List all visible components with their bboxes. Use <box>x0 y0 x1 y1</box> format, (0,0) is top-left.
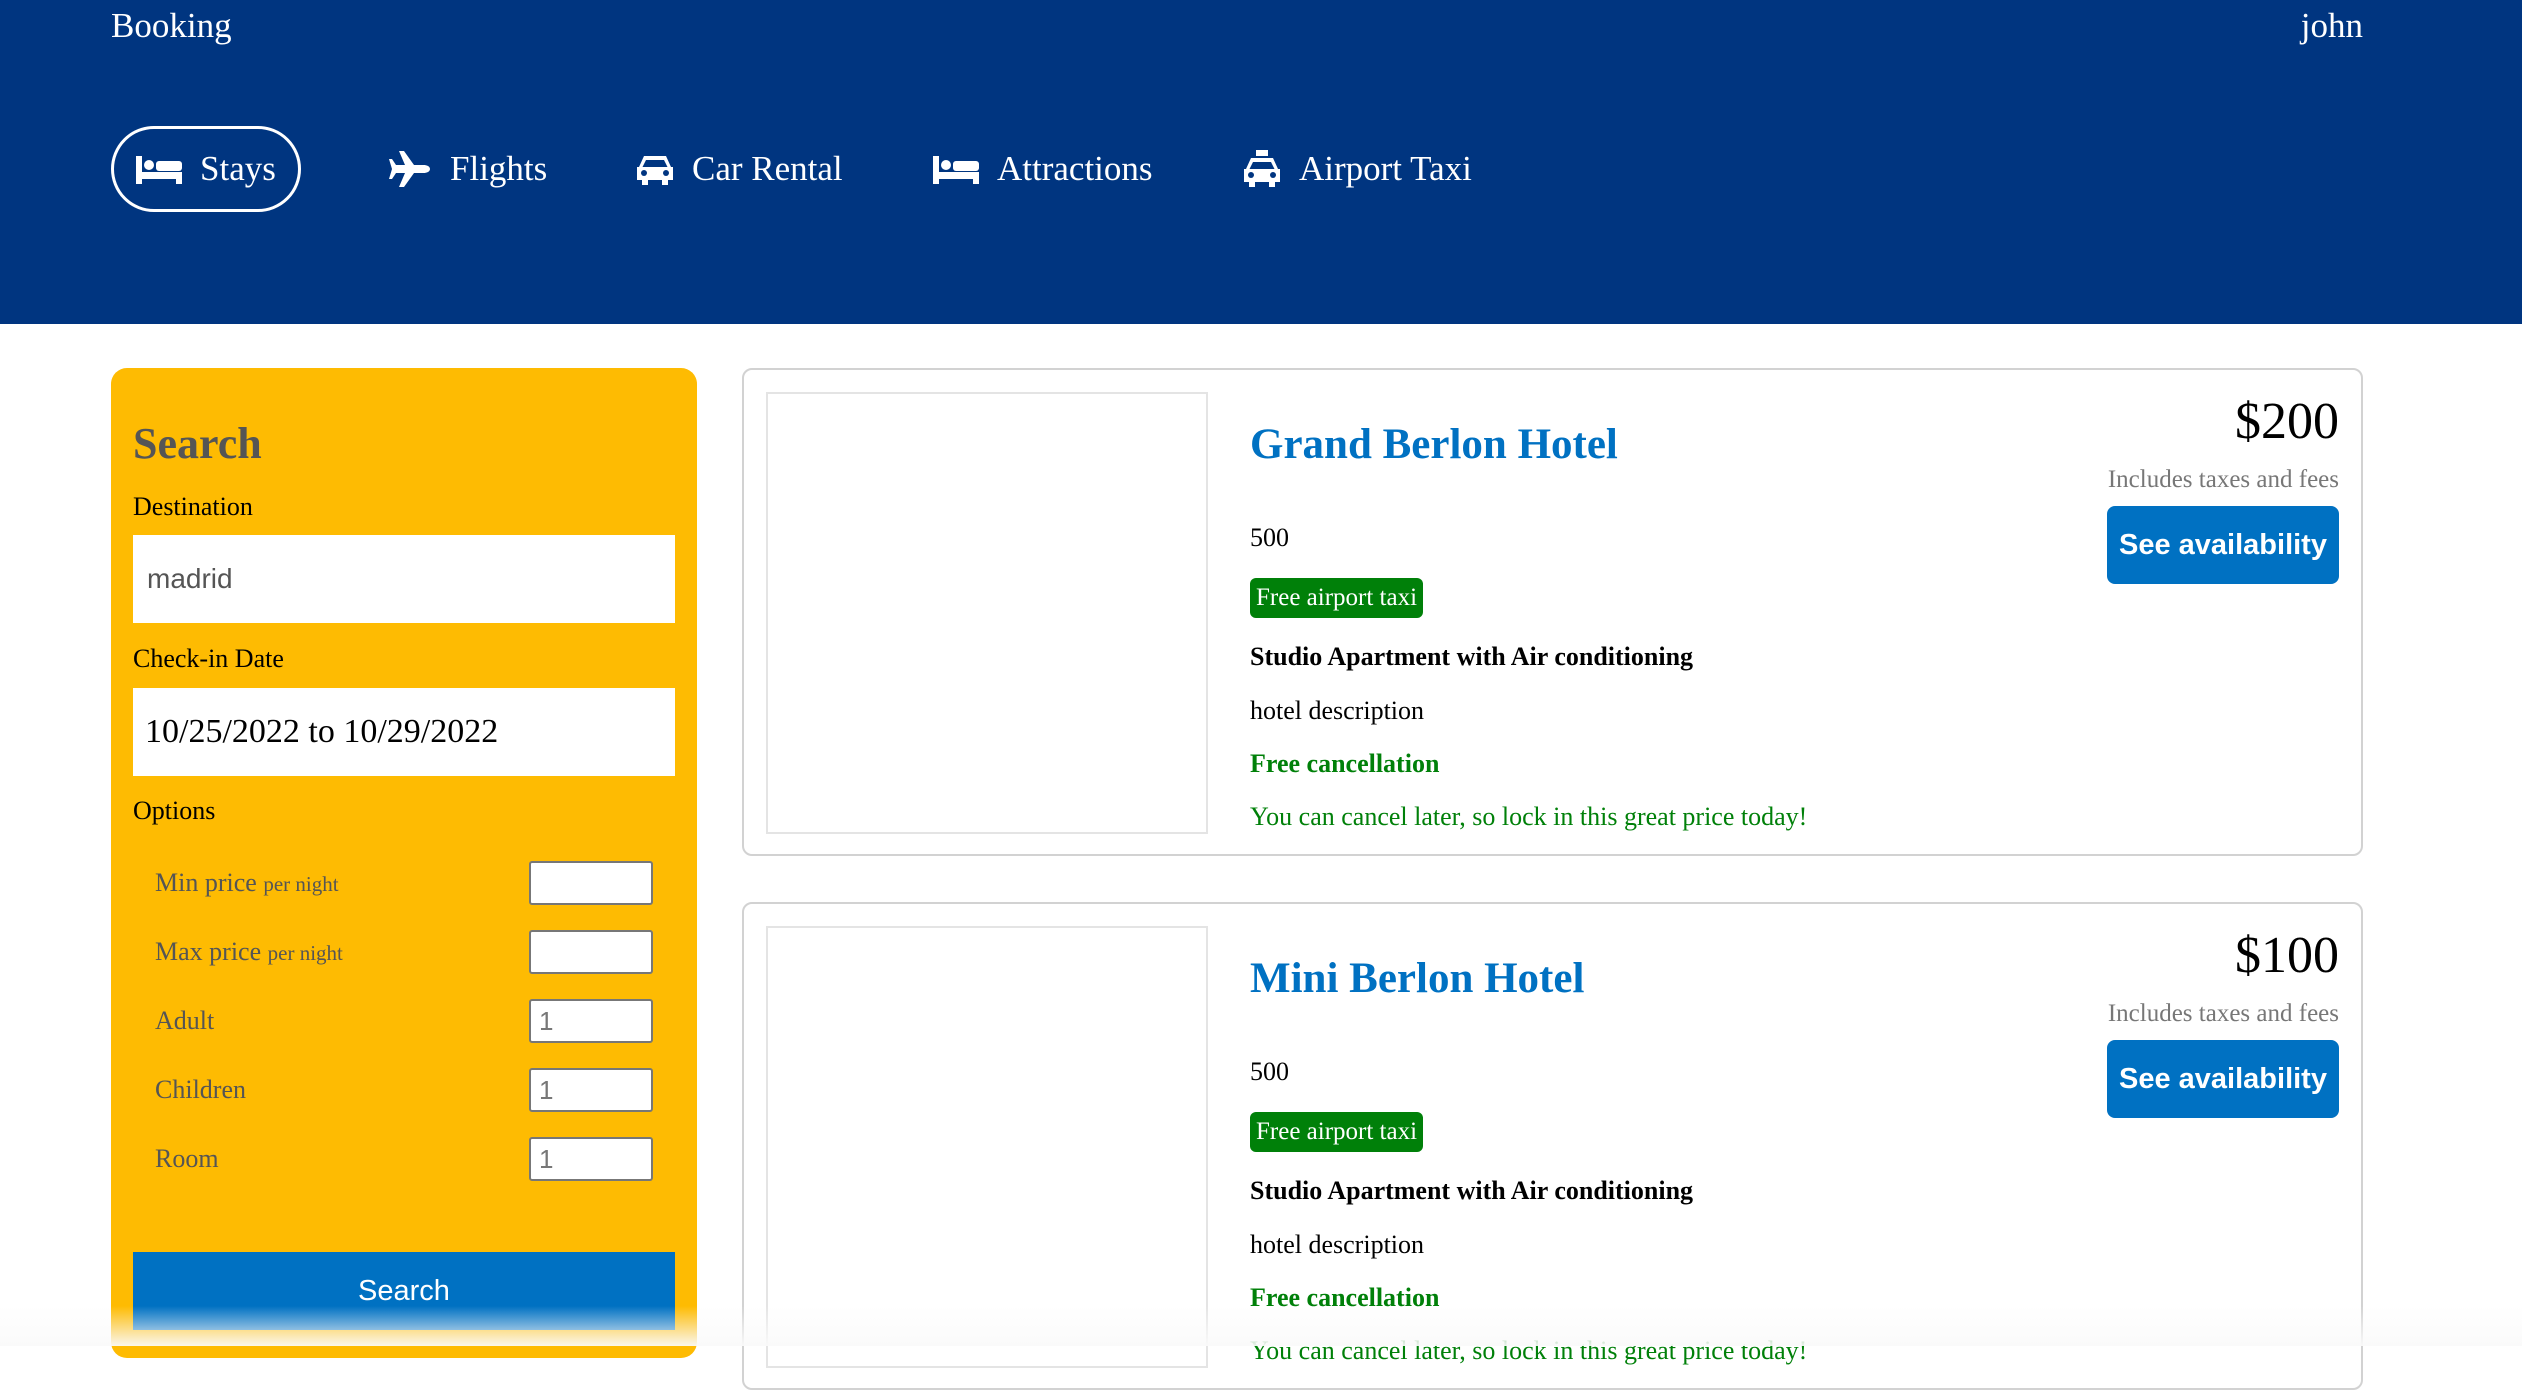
see-availability-button[interactable]: See availability <box>2107 1040 2339 1118</box>
search-panel: Search Destination Check-in Date 10/25/2… <box>111 368 697 1358</box>
free-cancellation-subtitle: You can cancel later, so lock in this gr… <box>1250 802 1808 831</box>
destination-input[interactable] <box>145 534 675 624</box>
checkin-label: Check-in Date <box>133 644 284 673</box>
bed-icon <box>933 156 979 184</box>
nav-label: Stays <box>200 149 276 188</box>
nav-label: Airport Taxi <box>1299 149 1472 188</box>
hotel-image[interactable] <box>766 392 1208 834</box>
free-cancellation-title: Free cancellation <box>1250 1283 1440 1312</box>
see-availability-button[interactable]: See availability <box>2107 506 2339 584</box>
taxes-note: Includes taxes and fees <box>2107 1000 2339 1027</box>
room-input[interactable] <box>529 1137 653 1181</box>
free-taxi-badge: Free airport taxi <box>1250 1112 1424 1152</box>
nav-stays[interactable]: Stays <box>111 126 301 212</box>
hotel-price: $100 <box>2235 927 2339 984</box>
user-name[interactable]: john <box>2301 6 2363 46</box>
option-label: Adult <box>155 1006 215 1035</box>
children-input[interactable] <box>529 1068 653 1112</box>
option-max-price: Max price per night <box>155 929 653 975</box>
nav-label: Flights <box>450 149 548 188</box>
option-adult: Adult <box>155 998 653 1044</box>
search-title: Search <box>133 419 262 468</box>
hotel-result-card: Grand Berlon Hotel 500 Free airport taxi… <box>742 368 2363 856</box>
free-cancellation-title: Free cancellation <box>1250 749 1440 778</box>
adult-input[interactable] <box>529 999 653 1043</box>
hotel-description: hotel description <box>1250 1230 1425 1259</box>
hotel-result-card: Mini Berlon Hotel 500 Free airport taxi … <box>742 902 2363 1390</box>
hotel-distance: 500 <box>1250 523 1289 552</box>
room-type: Studio Apartment with Air conditioning <box>1250 642 1694 671</box>
hotel-distance: 500 <box>1250 1057 1289 1086</box>
checkin-date-field[interactable]: 10/25/2022 to 10/29/2022 <box>133 688 675 776</box>
option-label: Room <box>155 1144 219 1173</box>
taxi-icon <box>1244 150 1280 187</box>
hotel-name[interactable]: Grand Berlon Hotel <box>1250 420 1618 469</box>
car-icon <box>637 156 673 185</box>
nav-label: Attractions <box>997 149 1153 188</box>
room-type: Studio Apartment with Air conditioning <box>1250 1176 1694 1205</box>
hotel-name[interactable]: Mini Berlon Hotel <box>1250 954 1584 1003</box>
option-label: Max price per night <box>155 937 343 966</box>
nav-flights[interactable]: Flights <box>388 126 547 212</box>
option-children: Children <box>155 1067 653 1113</box>
free-taxi-badge: Free airport taxi <box>1250 578 1424 618</box>
option-room: Room <box>155 1136 653 1182</box>
option-label: Children <box>155 1075 246 1104</box>
free-cancellation-subtitle: You can cancel later, so lock in this gr… <box>1250 1336 1808 1365</box>
plane-icon <box>389 151 430 187</box>
taxes-note: Includes taxes and fees <box>2107 466 2339 493</box>
hotel-description: hotel description <box>1250 696 1425 725</box>
search-button[interactable]: Search <box>133 1252 675 1330</box>
min-price-input[interactable] <box>529 861 653 905</box>
bed-icon <box>136 156 182 184</box>
max-price-input[interactable] <box>529 930 653 974</box>
nav-attractions[interactable]: Attractions <box>933 126 1153 212</box>
nav-car-rental[interactable]: Car Rental <box>636 126 843 212</box>
options-label: Options <box>133 796 216 825</box>
hotel-price: $200 <box>2235 393 2339 450</box>
nav-label: Car Rental <box>692 149 843 188</box>
option-min-price: Min price per night <box>155 860 653 906</box>
brand-logo[interactable]: Booking <box>111 6 232 46</box>
checkin-date-value: 10/25/2022 to 10/29/2022 <box>145 713 499 750</box>
top-header: Booking john Stays Flights Car Rental At… <box>0 0 2522 324</box>
nav-airport-taxi[interactable]: Airport Taxi <box>1243 126 1472 212</box>
destination-label: Destination <box>133 492 253 521</box>
hotel-image[interactable] <box>766 926 1208 1368</box>
destination-field-wrapper <box>133 534 675 624</box>
option-label: Min price per night <box>155 868 339 897</box>
